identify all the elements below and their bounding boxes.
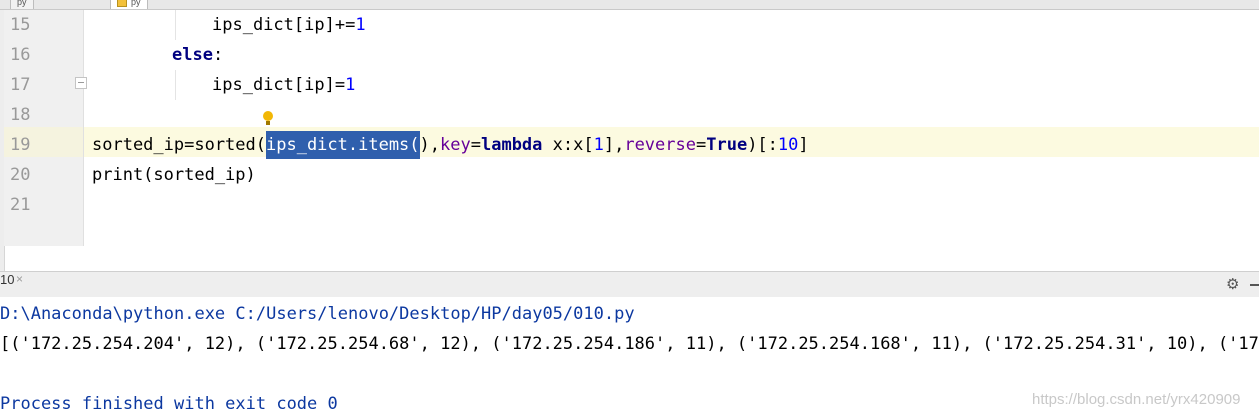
code-editor[interactable]: 15 16 17 18 19 20 21 ips_dict[ip]+=1 els… [4, 10, 1259, 246]
code-line-19: sorted_ip=sorted(ips_dict.items(),key=la… [92, 130, 809, 160]
editor-tab-strip: py py [0, 0, 1259, 10]
console-command: D:\Anaconda\python.exe C:/Users/lenovo/D… [0, 304, 635, 324]
code-line-15: ips_dict[ip]+=1 [212, 10, 366, 40]
code-text: ), [419, 135, 441, 155]
code-text: ips_dict[ip]= [212, 75, 346, 95]
code-text: = [695, 135, 707, 155]
editor-tab-active[interactable]: py [110, 0, 148, 9]
indent-guide [175, 70, 176, 100]
tab-label: py [131, 0, 141, 7]
line-number: 18 [10, 105, 31, 125]
code-number: 1 [345, 75, 356, 95]
python-file-icon [117, 0, 127, 8]
code-operator: += [334, 15, 356, 35]
code-line-20: print(sorted_ip) [92, 165, 256, 185]
line-number: 15 [10, 15, 31, 35]
console-exit-message: Process finished with exit code 0 [0, 394, 338, 414]
code-line-17: ips_dict[ip]=1 [212, 70, 355, 100]
code-text: : [212, 45, 224, 65]
code-keyword: True [706, 135, 748, 155]
code-text: ] [798, 135, 809, 155]
line-number: 21 [10, 195, 31, 215]
indent-guide [175, 10, 176, 40]
line-number: 17 [10, 75, 31, 95]
code-parameter: reverse [624, 135, 696, 155]
code-text: ], [603, 135, 625, 155]
selected-text[interactable]: ips_dict.items( [266, 131, 420, 159]
tab-label: py [17, 0, 27, 7]
watermark: https://blog.csdn.net/yrx420909 [1032, 391, 1241, 408]
console-output: [('172.25.254.204', 12), ('172.25.254.68… [0, 334, 1259, 354]
code-keyword: else [172, 45, 213, 65]
code-parameter: key [440, 135, 471, 155]
line-number: 19 [10, 135, 31, 155]
gear-icon[interactable]: ⚙ [1226, 276, 1239, 293]
close-icon[interactable]: × [16, 272, 23, 297]
line-number: 20 [10, 165, 31, 185]
code-line-16: else: [172, 40, 223, 70]
code-text: x:x[ [542, 135, 594, 155]
code-keyword: lambda [480, 135, 543, 155]
lightbulb-icon[interactable] [263, 111, 273, 125]
editor-tab[interactable]: py [10, 0, 34, 9]
run-panel-header: 10 × ⚙ [0, 271, 1259, 298]
code-text: )[: [747, 135, 778, 155]
code-text: sorted_ip=sorted( [92, 135, 266, 155]
code-number: 10 [777, 135, 799, 155]
code-number: 1 [355, 15, 366, 35]
code-number: 1 [593, 135, 604, 155]
code-text: ips_dict[ip] [212, 15, 335, 35]
minimize-icon[interactable] [1250, 284, 1259, 286]
code-text: = [470, 135, 481, 155]
line-number: 16 [10, 45, 31, 65]
fold-marker-icon[interactable] [75, 77, 87, 89]
run-tab-label[interactable]: 10 [0, 272, 14, 297]
